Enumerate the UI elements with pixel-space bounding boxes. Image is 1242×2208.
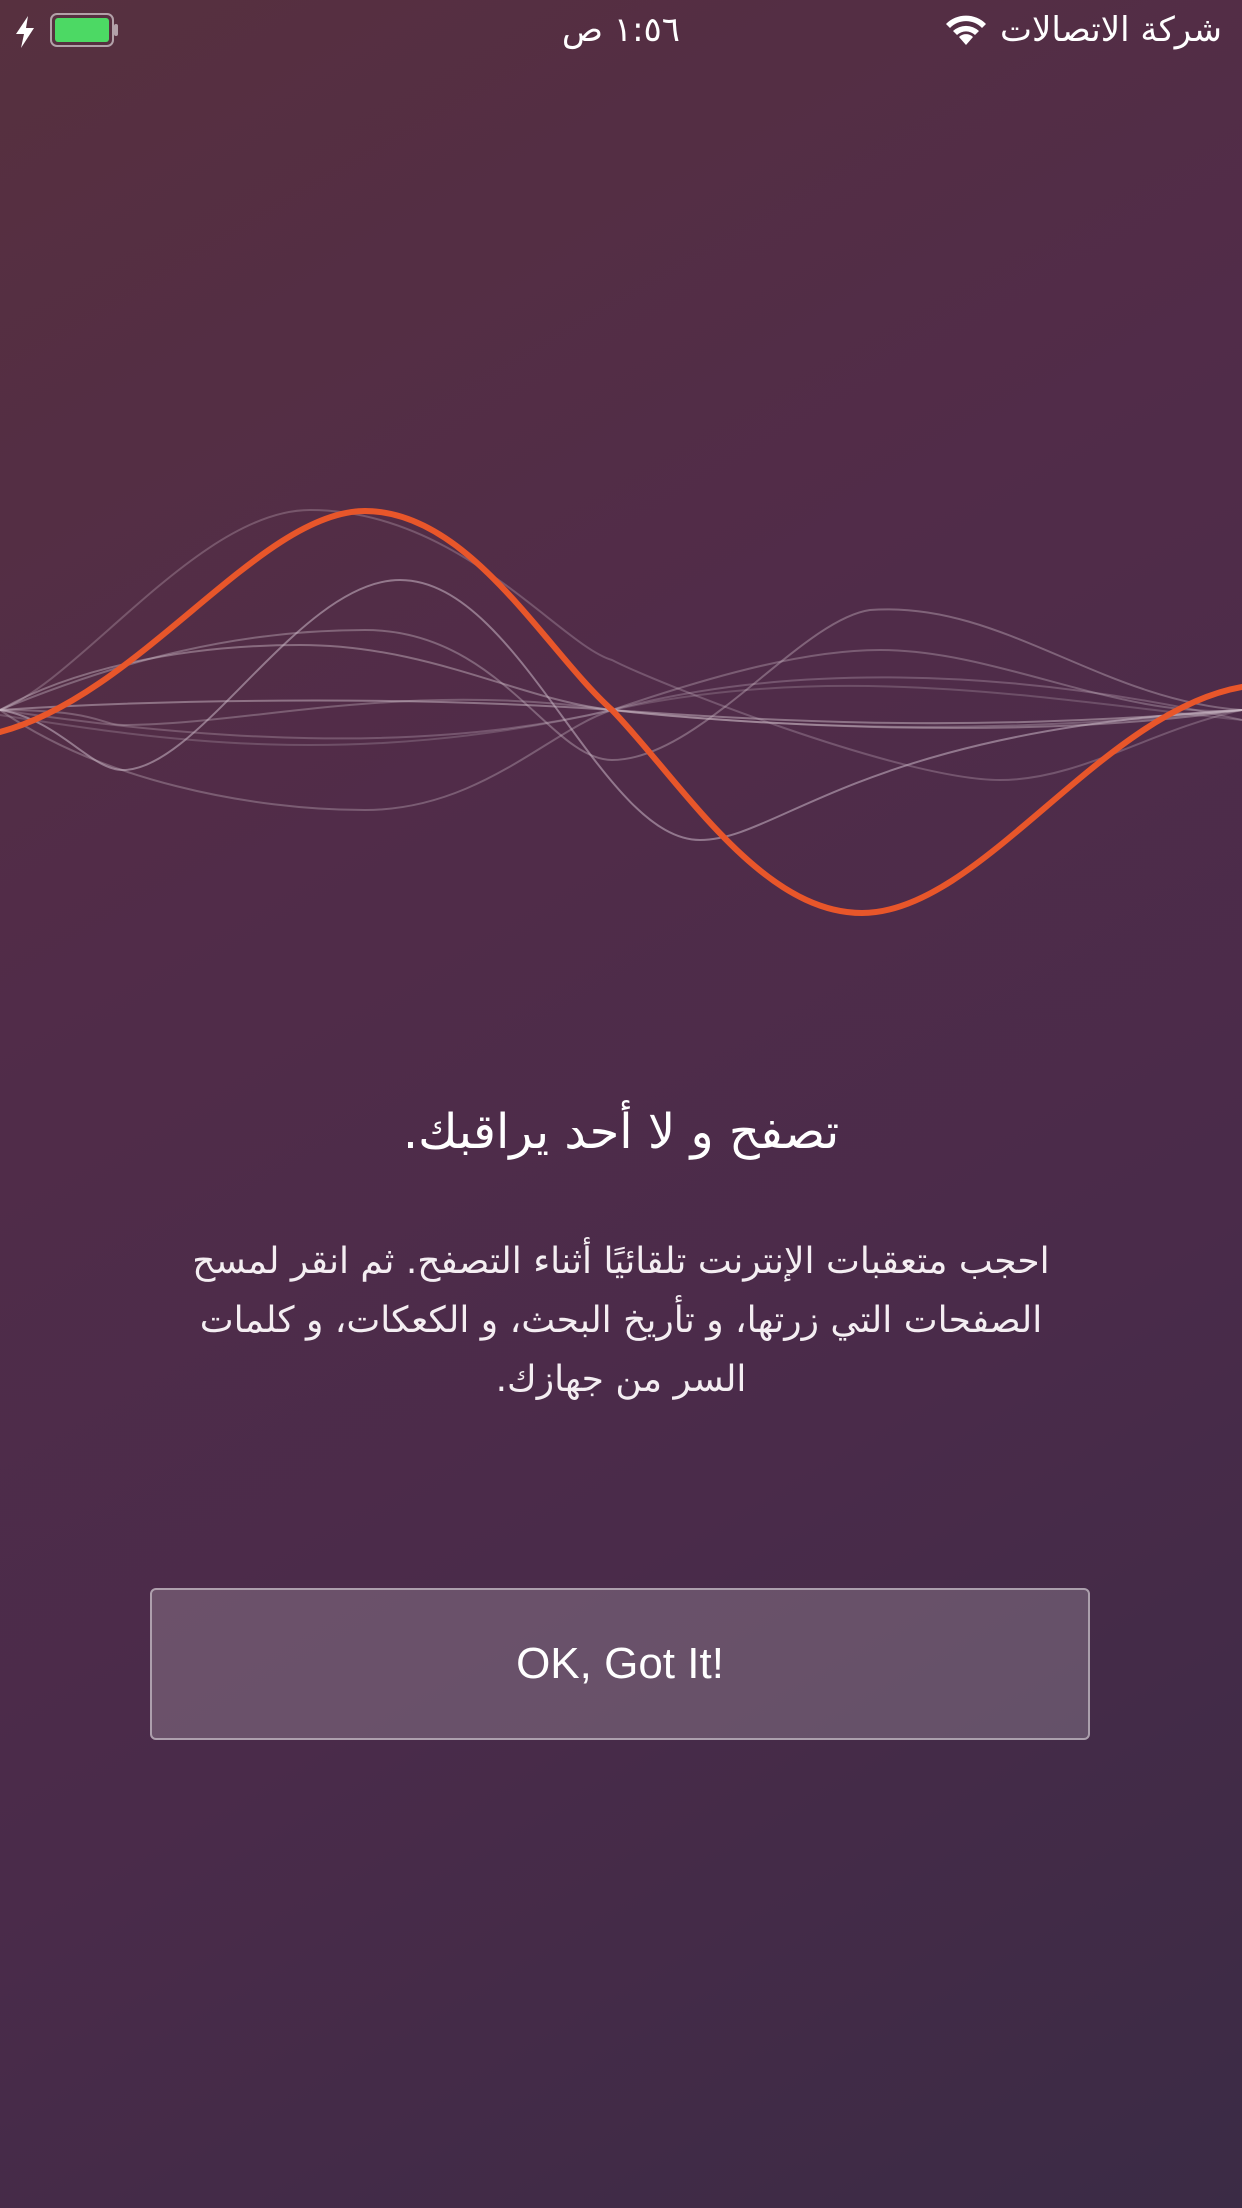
wave-line: [0, 608, 1242, 762]
carrier-name: شركة الاتصالات: [999, 10, 1222, 50]
onboarding-description: احجب متعقبات الإنترنت تلقائيًا أثناء الت…: [192, 1241, 1050, 1400]
wifi-icon: [945, 15, 986, 45]
onboarding-title: تصفح و لا أحد يراقبك.: [402, 1104, 840, 1160]
sound-wave-illustration: [0, 507, 1242, 917]
status-bar: ١:٥٦ ص شركة الاتصالات: [0, 0, 1242, 60]
carrier-info: شركة الاتصالات: [944, 8, 1222, 52]
ok-got-it-button[interactable]: OK, Got It!: [150, 1588, 1090, 1740]
